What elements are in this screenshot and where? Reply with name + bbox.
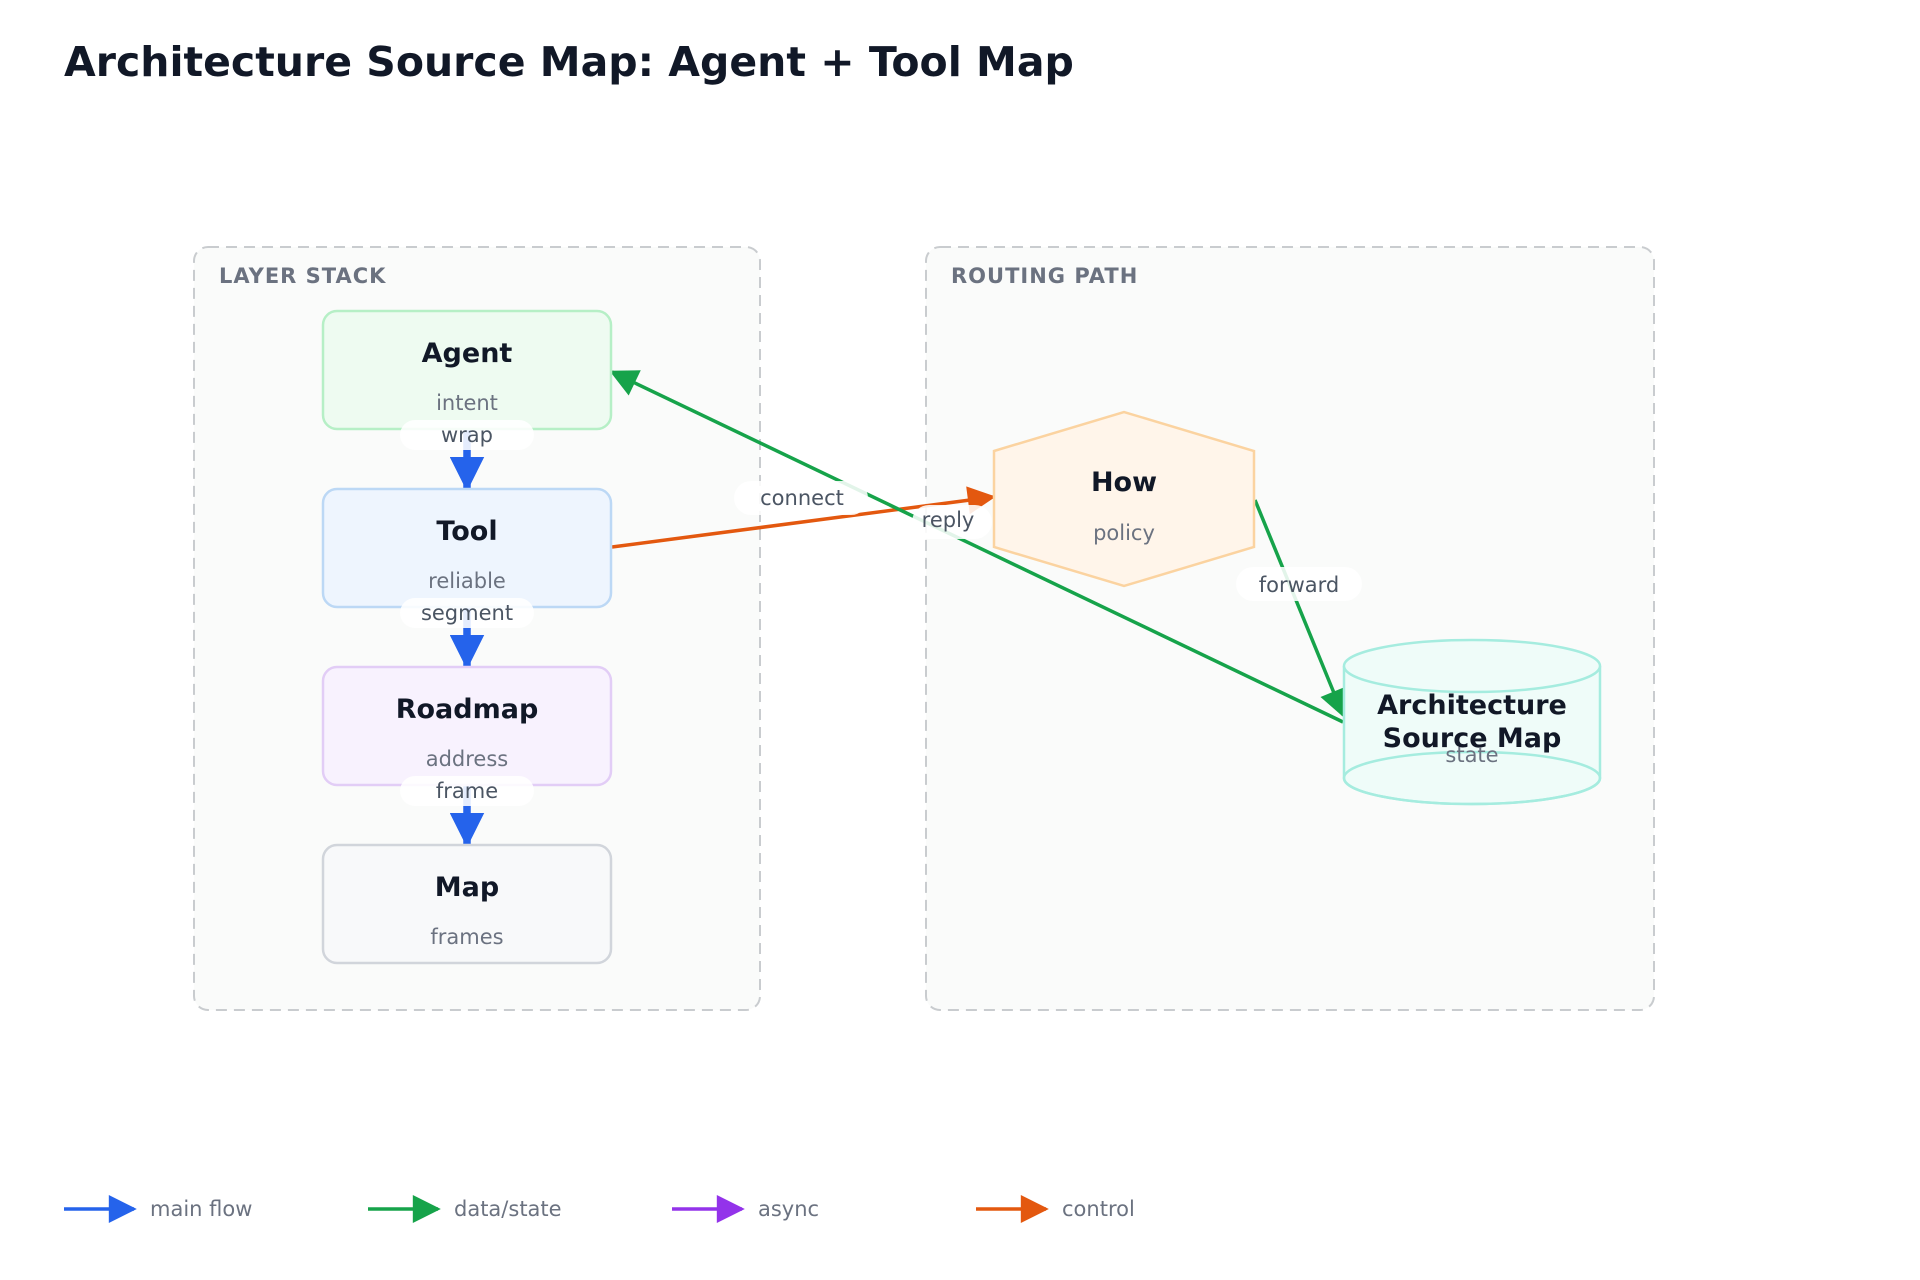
edge-label-segment: segment — [400, 598, 534, 628]
node-agent[interactable]: Agent intent — [321, 309, 613, 431]
edge-label-connect: connect — [734, 481, 868, 515]
edge-label-segment-text: segment — [421, 601, 513, 625]
node-roadmap[interactable]: Roadmap address — [321, 665, 613, 787]
legend-label-data-state: data/state — [454, 1197, 562, 1221]
group-routing-path: ROUTING PATH — [925, 246, 1655, 1011]
node-arch-sub: state — [1445, 743, 1498, 767]
group-label-routing-path: ROUTING PATH — [951, 264, 1138, 288]
node-how-sub: policy — [1093, 521, 1155, 545]
node-arch-title-line1: Architecture — [1377, 690, 1567, 721]
legend-label-main-flow: main flow — [150, 1197, 252, 1221]
node-roadmap-sub: address — [426, 747, 509, 771]
node-tool-title: Tool — [436, 516, 497, 547]
node-how[interactable]: How policy — [992, 410, 1256, 588]
edge-label-wrap: wrap — [400, 420, 534, 450]
node-tool[interactable]: Tool reliable — [321, 487, 613, 609]
node-architecture-source-map[interactable]: Architecture Source Map state — [1342, 638, 1602, 806]
group-label-layer-stack: LAYER STACK — [219, 264, 386, 288]
legend-item-data-state: data/state — [368, 1195, 562, 1223]
node-roadmap-title: Roadmap — [396, 694, 539, 725]
edge-label-reply-text: reply — [922, 508, 975, 532]
edge-label-frame: frame — [400, 776, 534, 806]
edge-label-forward-text: forward — [1259, 573, 1340, 597]
node-agent-sub: intent — [436, 391, 498, 415]
node-map-title: Map — [435, 872, 499, 903]
legend-item-async: async — [672, 1195, 819, 1223]
legend-label-control: control — [1062, 1197, 1135, 1221]
edge-label-reply: reply — [912, 505, 992, 539]
node-tool-sub: reliable — [428, 569, 506, 593]
node-map[interactable]: Map frames — [321, 843, 613, 965]
legend-label-async: async — [758, 1197, 819, 1221]
architecture-diagram: Architecture Source Map: Agent + Tool Ma… — [64, 38, 1655, 1223]
legend: main flow data/state async control — [64, 1195, 1135, 1223]
diagram-title: Architecture Source Map: Agent + Tool Ma… — [64, 38, 1074, 86]
edge-label-wrap-text: wrap — [441, 423, 493, 447]
edge-label-connect-text: connect — [760, 486, 844, 510]
node-how-title: How — [1091, 467, 1157, 498]
node-map-sub: frames — [430, 925, 503, 949]
node-agent-title: Agent — [422, 338, 513, 369]
edge-label-frame-text: frame — [436, 779, 498, 803]
legend-item-main-flow: main flow — [64, 1195, 252, 1223]
legend-item-control: control — [976, 1195, 1135, 1223]
edge-label-forward: forward — [1236, 567, 1362, 601]
